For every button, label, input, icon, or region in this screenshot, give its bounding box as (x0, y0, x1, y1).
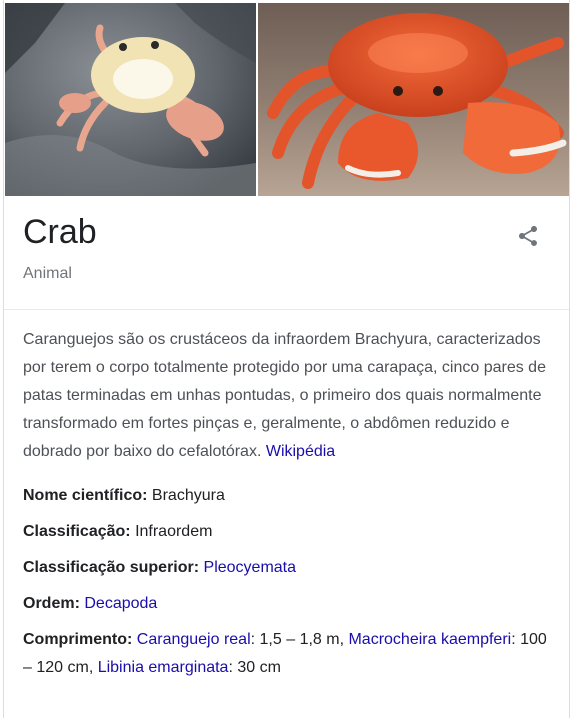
fact-order: Ordem: Decapoda (23, 590, 553, 618)
page-title: Crab (23, 213, 97, 251)
crab-image-left[interactable] (5, 3, 256, 196)
description: Caranguejos são os crustáceos da infraor… (23, 326, 553, 466)
fact-classification: Classificação: Infraordem (23, 518, 553, 546)
fact-value: Brachyura (151, 487, 225, 504)
panel-header: Crab Animal (4, 196, 569, 310)
knowledge-panel: Crab Animal Caranguejos são os crustáceo… (3, 0, 570, 718)
caranguejo-real-link[interactable]: Caranguejo real (137, 631, 251, 648)
fact-length: Comprimento: Caranguejo real: 1,5 – 1,8 … (23, 626, 553, 682)
share-button[interactable] (512, 220, 544, 252)
pleocyemata-link[interactable]: Pleocyemata (204, 559, 297, 576)
fact-label: Classificação: (23, 523, 131, 540)
crab-image-right[interactable] (258, 3, 569, 196)
fact-label: Ordem: (23, 595, 80, 612)
libinia-emarginata-link[interactable]: Libinia emarginata (98, 659, 229, 676)
fact-superior-classification: Classificação superior: Pleocyemata (23, 554, 553, 582)
facts-list: Nome científico: Brachyura Classificação… (23, 482, 553, 682)
fact-label: Classificação superior: (23, 559, 200, 576)
macrocheira-kaempferi-link[interactable]: Macrocheira kaempferi (348, 631, 511, 648)
entity-type: Animal (23, 265, 72, 282)
description-text: Caranguejos são os crustáceos da infraor… (23, 331, 546, 460)
wikipedia-link[interactable]: Wikipédia (266, 443, 335, 460)
share-icon (519, 226, 537, 246)
image-strip (4, 0, 569, 196)
fact-value: : 1,5 – 1,8 m, (250, 631, 349, 648)
fact-label: Nome científico: (23, 487, 148, 504)
fact-label: Comprimento: (23, 631, 133, 648)
fact-value: : 30 cm (228, 659, 281, 676)
fact-value: Infraordem (135, 523, 213, 540)
panel-content: Caranguejos são os crustáceos da infraor… (23, 310, 553, 690)
decapoda-link[interactable]: Decapoda (84, 595, 157, 612)
fact-scientific-name: Nome científico: Brachyura (23, 482, 553, 510)
